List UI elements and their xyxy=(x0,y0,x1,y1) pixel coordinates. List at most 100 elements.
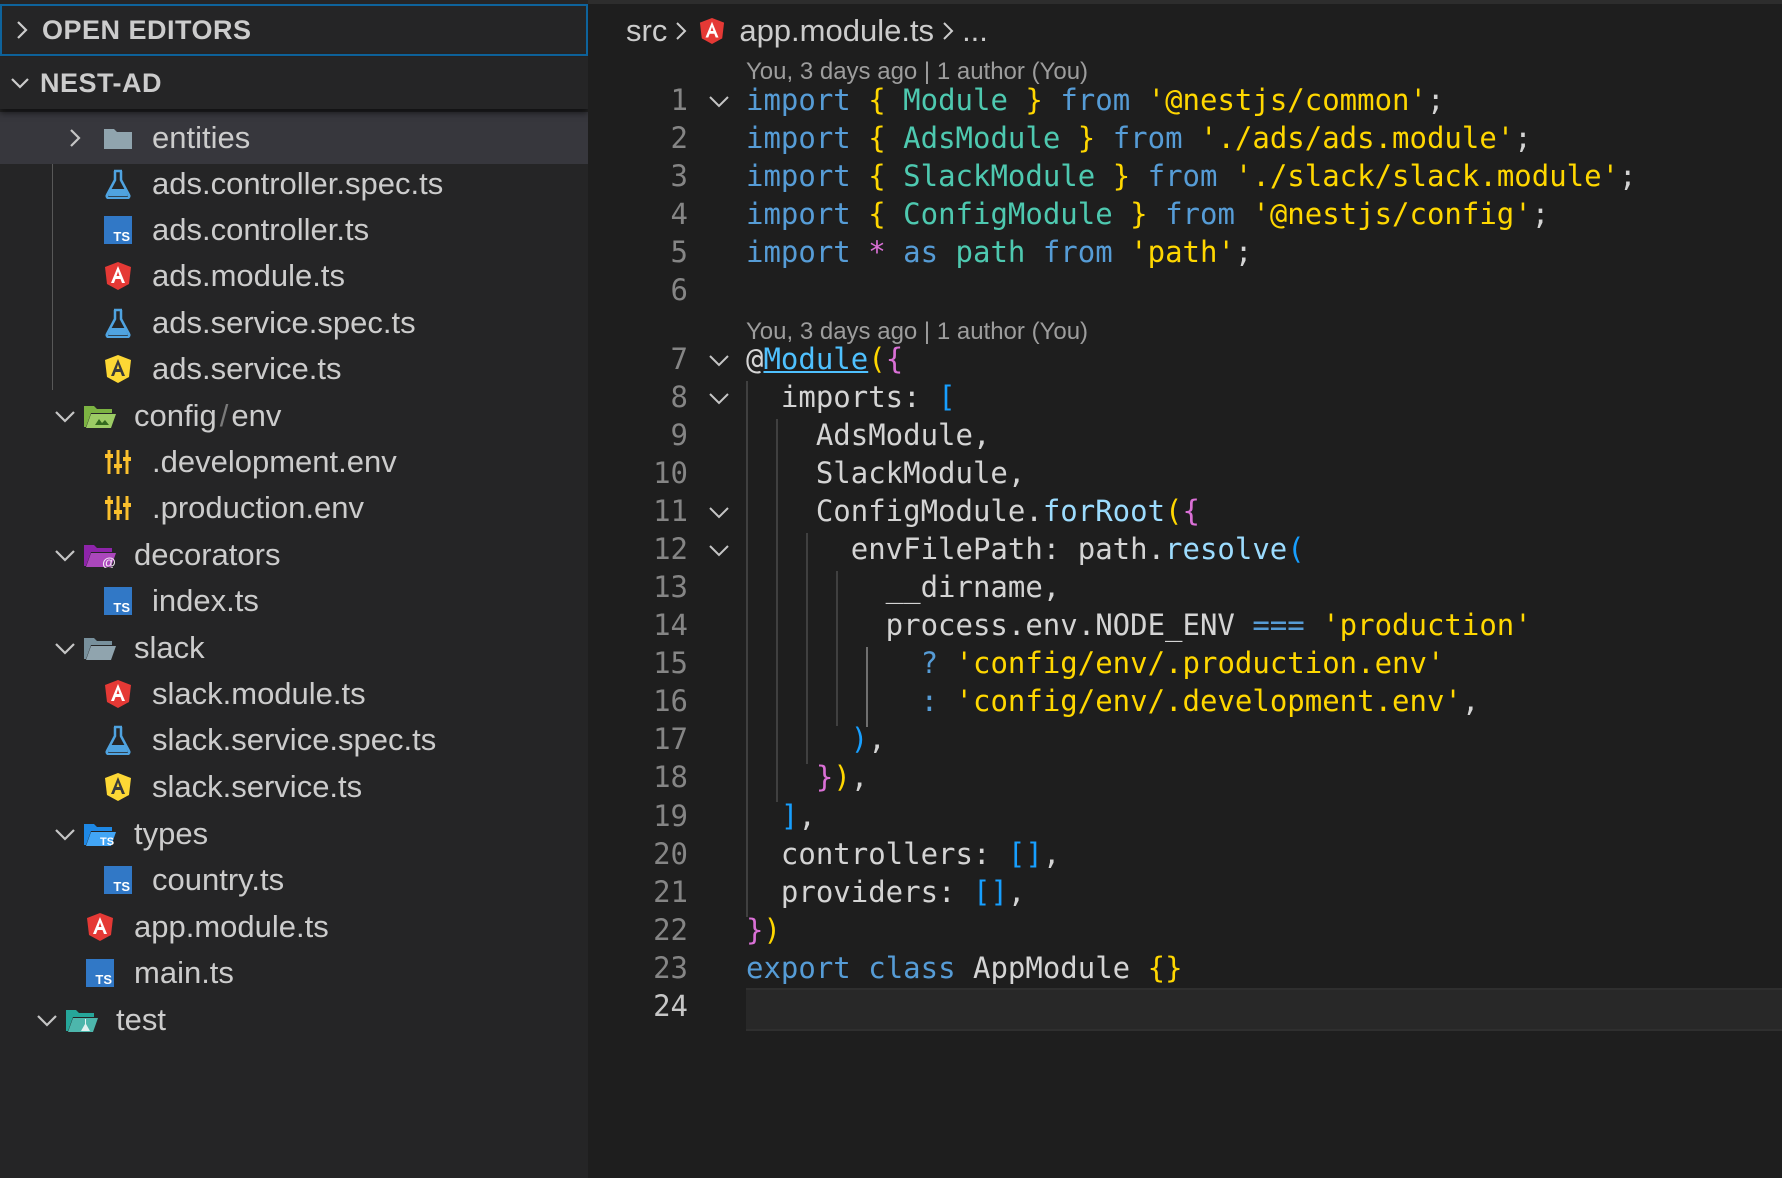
code-line[interactable]: AdsModule, xyxy=(746,414,991,457)
breadcrumb-folder[interactable]: src xyxy=(626,13,667,49)
fold-chevron-down-icon[interactable] xyxy=(704,338,734,381)
line-number[interactable]: 6 xyxy=(588,269,688,312)
tree-item-label: slack.module.ts xyxy=(152,676,366,711)
code-line[interactable]: @Module({ xyxy=(746,338,903,381)
svg-text:TS: TS xyxy=(95,972,112,987)
code-line[interactable]: import { AdsModule } from './ads/ads.mod… xyxy=(746,117,1532,160)
code-line[interactable]: ), xyxy=(746,718,886,761)
tree-folder-types[interactable]: TS types xyxy=(0,808,588,860)
code-line[interactable]: providers: [], xyxy=(746,871,1025,914)
explorer-sidebar: OPEN EDITORS NEST-AD entities ads.contro… xyxy=(0,0,588,1178)
code-line[interactable]: envFilePath: path.resolve( xyxy=(746,528,1305,571)
chevron-right-icon xyxy=(60,112,90,164)
line-number[interactable]: 24 xyxy=(588,985,688,1028)
tree-item-label: ads.service.spec.ts xyxy=(152,305,416,340)
line-number[interactable]: 18 xyxy=(588,756,688,799)
tree-file-ads-service-spec[interactable]: ads.service.spec.ts xyxy=(0,297,588,349)
code-line[interactable]: }) xyxy=(746,909,781,952)
tree-file-slack-module[interactable]: slack.module.ts xyxy=(0,668,588,720)
fold-chevron-down-icon[interactable] xyxy=(704,528,734,571)
tree-folder-slack[interactable]: slack xyxy=(0,622,588,674)
line-number[interactable]: 8 xyxy=(588,376,688,419)
code-line[interactable]: imports: [ xyxy=(746,376,956,419)
tree-folder-entities[interactable]: entities xyxy=(0,112,588,164)
chevron-down-icon xyxy=(50,529,80,581)
chevron-right-icon xyxy=(2,19,42,41)
line-number[interactable]: 10 xyxy=(588,452,688,495)
tree-file-ads-controller-spec[interactable]: ads.controller.spec.ts xyxy=(0,158,588,210)
line-number[interactable]: 15 xyxy=(588,642,688,685)
fold-chevron-down-icon[interactable] xyxy=(704,376,734,419)
line-number[interactable]: 9 xyxy=(588,414,688,457)
tree-item-label: types xyxy=(134,816,209,851)
code-line[interactable]: }), xyxy=(746,756,868,799)
code-line[interactable]: ], xyxy=(746,795,816,838)
line-number[interactable]: 17 xyxy=(588,718,688,761)
typescript-file-icon: TS xyxy=(100,583,136,619)
tree-item-label: index.ts xyxy=(152,583,259,618)
line-number[interactable]: 14 xyxy=(588,604,688,647)
line-number[interactable]: 7 xyxy=(588,338,688,381)
tree-file-main[interactable]: TS main.ts xyxy=(0,947,588,999)
tree-file-app-module[interactable]: app.module.ts xyxy=(0,901,588,953)
tree-folder-decorators[interactable]: @ decorators xyxy=(0,529,588,581)
line-number[interactable]: 1 xyxy=(588,79,688,122)
code-line[interactable]: __dirname, xyxy=(746,566,1061,609)
typescript-file-icon: TS xyxy=(100,212,136,248)
svg-text:TS: TS xyxy=(113,600,130,615)
code-line[interactable]: import { SlackModule } from './slack/sla… xyxy=(746,155,1637,198)
code-editor[interactable]: src app.module.ts ... You, 3 days ago | … xyxy=(588,0,1782,1178)
tree-file-slack-service-spec[interactable]: slack.service.spec.ts xyxy=(0,714,588,766)
svg-text:@: @ xyxy=(102,554,116,568)
line-number[interactable]: 23 xyxy=(588,947,688,990)
code-line[interactable]: process.env.NODE_ENV === 'production' xyxy=(746,604,1532,647)
line-number[interactable]: 2 xyxy=(588,117,688,160)
code-line[interactable]: import * as path from 'path'; xyxy=(746,231,1252,274)
test-flask-icon xyxy=(100,722,136,758)
line-number[interactable]: 22 xyxy=(588,909,688,952)
tree-file-ads-module[interactable]: ads.module.ts xyxy=(0,250,588,302)
breadcrumb-more[interactable]: ... xyxy=(962,13,988,49)
line-number[interactable]: 21 xyxy=(588,871,688,914)
line-number[interactable]: 5 xyxy=(588,231,688,274)
open-editors-section-header[interactable]: OPEN EDITORS xyxy=(0,4,588,56)
code-line[interactable]: ConfigModule.forRoot({ xyxy=(746,490,1200,533)
fold-chevron-down-icon[interactable] xyxy=(704,490,734,533)
editor-tab-strip-edge xyxy=(588,0,1782,4)
tree-item-label: config/env xyxy=(134,398,282,433)
tree-item-label: slack xyxy=(134,630,205,665)
line-number[interactable]: 20 xyxy=(588,833,688,876)
tree-file-development-env[interactable]: .development.env xyxy=(0,436,588,488)
tree-item-label: entities xyxy=(152,120,251,155)
open-editors-label: OPEN EDITORS xyxy=(42,14,252,45)
tree-item-label: ads.service.ts xyxy=(152,351,342,386)
code-line[interactable]: ? 'config/env/.production.env' xyxy=(746,642,1445,685)
tree-file-slack-service[interactable]: slack.service.ts xyxy=(0,761,588,813)
fold-chevron-down-icon[interactable] xyxy=(704,79,734,122)
tree-file-production-env[interactable]: .production.env xyxy=(0,482,588,534)
line-number[interactable]: 3 xyxy=(588,155,688,198)
tree-file-country[interactable]: TS country.ts xyxy=(0,854,588,906)
line-number[interactable]: 4 xyxy=(588,193,688,236)
line-number[interactable]: 13 xyxy=(588,566,688,609)
code-line[interactable]: import { ConfigModule } from '@nestjs/co… xyxy=(746,193,1549,236)
code-line[interactable]: export class AppModule {} xyxy=(746,947,1183,990)
line-number[interactable]: 11 xyxy=(588,490,688,533)
tree-item-label: slack.service.spec.ts xyxy=(152,722,437,757)
angular-service-icon xyxy=(100,351,136,387)
tree-folder-config-env[interactable]: config/env xyxy=(0,390,588,442)
project-section-header[interactable]: NEST-AD xyxy=(0,57,588,109)
angular-module-icon xyxy=(100,676,136,712)
tree-file-ads-service[interactable]: ads.service.ts xyxy=(0,343,588,395)
tree-file-index[interactable]: TS index.ts xyxy=(0,575,588,627)
tree-folder-test[interactable]: test xyxy=(0,994,588,1046)
breadcrumb-file[interactable]: app.module.ts xyxy=(739,13,934,49)
line-number[interactable]: 12 xyxy=(588,528,688,571)
code-line[interactable]: controllers: [], xyxy=(746,833,1060,876)
line-number[interactable]: 19 xyxy=(588,795,688,838)
code-line[interactable]: SlackModule, xyxy=(746,452,1026,495)
code-line[interactable]: import { Module } from '@nestjs/common'; xyxy=(746,79,1444,122)
tree-file-ads-controller[interactable]: TS ads.controller.ts xyxy=(0,204,588,256)
code-line[interactable]: : 'config/env/.development.env', xyxy=(746,680,1480,723)
line-number[interactable]: 16 xyxy=(588,680,688,723)
